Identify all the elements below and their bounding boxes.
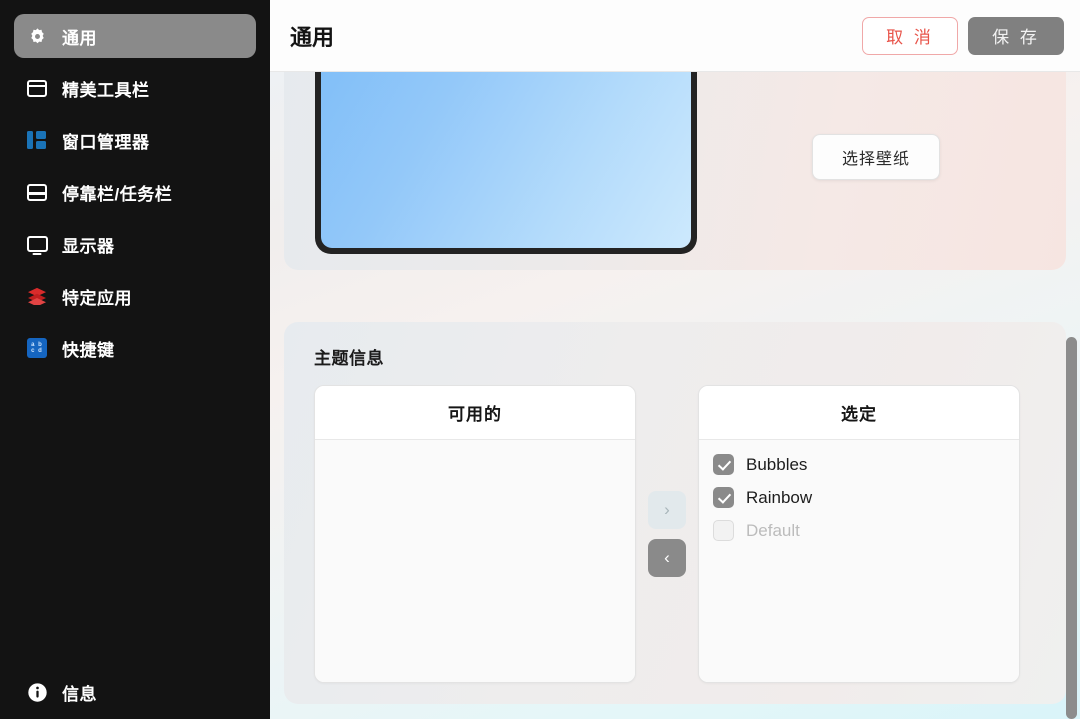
available-themes-list[interactable] xyxy=(315,440,635,682)
checkbox-checked-icon[interactable] xyxy=(713,487,734,508)
theme-transfer-widget: 可用的 › ‹ 选定 Bubbles Rainbow Default xyxy=(314,385,1036,683)
header-actions: 取 消 保 存 xyxy=(862,16,1064,55)
available-themes-header: 可用的 xyxy=(315,386,635,440)
selected-themes-panel[interactable]: 选定 Bubbles Rainbow Default xyxy=(698,385,1020,683)
monitor-icon xyxy=(26,233,48,255)
cancel-button[interactable]: 取 消 xyxy=(862,16,958,55)
page-title: 通用 xyxy=(290,24,335,50)
gear-icon xyxy=(26,25,48,47)
sidebar-item-info[interactable]: 信息 xyxy=(0,680,270,705)
sidebar-item-label: 通用 xyxy=(62,28,97,48)
sidebar-item-display[interactable]: 显示器 xyxy=(14,222,256,266)
choose-wallpaper-button[interactable]: 选择壁纸 xyxy=(812,134,940,180)
selected-themes-header: 选定 xyxy=(699,386,1019,440)
theme-row[interactable]: Rainbow xyxy=(699,481,1019,514)
main-panel: 通用 取 消 保 存 选择壁纸 主题信息 可用的 › ‹ 选定 Bubbles … xyxy=(270,0,1080,719)
sidebar-item-label: 显示器 xyxy=(62,236,115,256)
sidebar-item-label: 停靠栏/任务栏 xyxy=(62,184,173,204)
sidebar-item-label: 快捷键 xyxy=(62,340,115,360)
vertical-scrollbar[interactable] xyxy=(1066,72,1077,719)
sidebar-item-label: 信息 xyxy=(62,685,97,704)
theme-info-card: 主题信息 可用的 › ‹ 选定 Bubbles Rainbow Default xyxy=(284,322,1066,704)
window-manager-icon xyxy=(26,129,48,151)
theme-section-title: 主题信息 xyxy=(314,349,384,368)
checkbox-unchecked-icon[interactable] xyxy=(713,520,734,541)
wallpaper-card: 选择壁纸 xyxy=(284,72,1066,270)
monitor-preview xyxy=(315,72,697,254)
selected-themes-list[interactable]: Bubbles Rainbow Default xyxy=(699,440,1019,682)
sidebar-item-general[interactable]: 通用 xyxy=(14,14,256,58)
scrollbar-thumb[interactable] xyxy=(1066,337,1077,719)
keyboard-abcd-icon: a bc d xyxy=(26,337,48,359)
transfer-buttons: › ‹ xyxy=(636,385,698,683)
wallpaper-preview-screen xyxy=(321,72,691,248)
info-circle-icon xyxy=(26,682,48,704)
theme-row-label: Default xyxy=(746,520,800,540)
sidebar-item-app-specific[interactable]: 特定应用 xyxy=(14,274,256,318)
theme-row-label: Rainbow xyxy=(746,487,813,507)
theme-row[interactable]: Bubbles xyxy=(699,448,1019,481)
save-button[interactable]: 保 存 xyxy=(968,16,1064,55)
sidebar-item-label: 窗口管理器 xyxy=(62,132,150,152)
theme-row[interactable]: Default xyxy=(699,514,1019,547)
sidebar-item-dock-taskbar[interactable]: 停靠栏/任务栏 xyxy=(14,170,256,214)
dock-taskbar-icon xyxy=(26,181,48,203)
sidebar-item-toolbar[interactable]: 精美工具栏 xyxy=(14,66,256,110)
move-right-button[interactable]: › xyxy=(648,491,686,529)
sidebar-item-label: 特定应用 xyxy=(62,288,132,308)
sidebar-item-window-manager[interactable]: 窗口管理器 xyxy=(14,118,256,162)
checkbox-checked-icon[interactable] xyxy=(713,454,734,475)
theme-row-label: Bubbles xyxy=(746,454,808,474)
sidebar-item-label: 精美工具栏 xyxy=(62,80,150,100)
settings-scroll-area[interactable]: 选择壁纸 主题信息 可用的 › ‹ 选定 Bubbles Rainbow Def… xyxy=(270,72,1080,719)
window-titlebar-icon xyxy=(26,77,48,99)
page-header: 通用 取 消 保 存 xyxy=(270,0,1080,72)
sidebar: 通用 精美工具栏 窗口管理器 停靠栏/任务栏 显示器 特定应用 a b c d … xyxy=(0,0,270,719)
available-themes-panel[interactable]: 可用的 xyxy=(314,385,636,683)
sidebar-item-shortcuts[interactable]: a bc d 快捷键 xyxy=(14,326,256,370)
layers-icon xyxy=(26,285,48,307)
move-left-button[interactable]: ‹ xyxy=(648,539,686,577)
